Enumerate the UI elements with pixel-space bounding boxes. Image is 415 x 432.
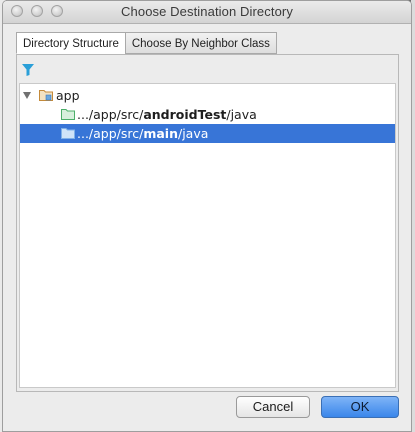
tree-node-label: .../app/src/main/java xyxy=(77,126,209,141)
window-title: Choose Destination Directory xyxy=(121,4,293,19)
ok-button[interactable]: OK xyxy=(321,396,399,418)
tree-node-android-test[interactable]: .../app/src/androidTest/java xyxy=(20,105,395,124)
dialog-window: Choose Destination Directory Directory S… xyxy=(2,0,412,432)
test-folder-icon xyxy=(61,109,75,120)
tree-node-main[interactable]: .../app/src/main/java xyxy=(20,124,395,143)
tab-directory-structure[interactable]: Directory Structure xyxy=(16,32,126,54)
tree-node-label: .../app/src/androidTest/java xyxy=(77,107,257,122)
tree-node-root[interactable]: app xyxy=(20,86,395,105)
filter-icon[interactable] xyxy=(22,64,34,76)
tab-choose-by-neighbor-class[interactable]: Choose By Neighbor Class xyxy=(124,32,277,54)
cancel-button[interactable]: Cancel xyxy=(236,396,310,418)
tree-node-label: app xyxy=(56,88,80,103)
tab-panel: app .../app/src/androidTest/java .../app… xyxy=(16,54,399,392)
tab-bar: Directory Structure Choose By Neighbor C… xyxy=(16,32,277,55)
module-folder-icon xyxy=(39,90,53,101)
expand-arrow-icon[interactable] xyxy=(23,92,31,99)
directory-tree[interactable]: app .../app/src/androidTest/java .../app… xyxy=(19,83,396,388)
source-folder-icon xyxy=(61,128,75,139)
title-bar: Choose Destination Directory xyxy=(3,1,411,24)
